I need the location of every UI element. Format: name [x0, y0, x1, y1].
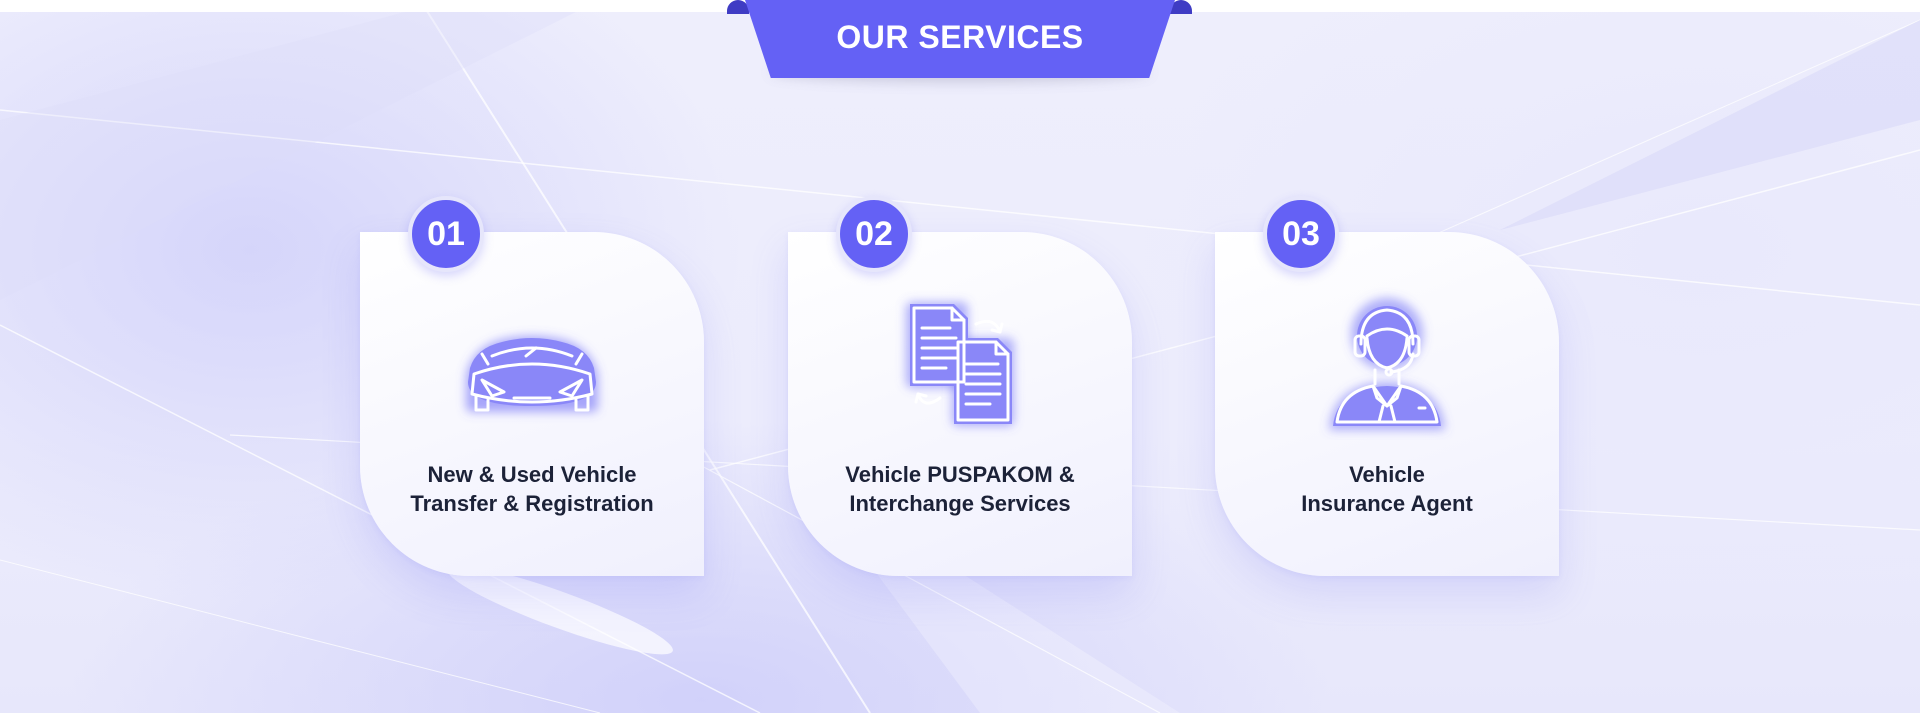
service-number-badge: 03	[1263, 196, 1339, 272]
support-agent-icon	[1307, 298, 1467, 430]
service-card-puspakom[interactable]: 02 Vehicle PUSPAKOM & Interchange Servic…	[788, 196, 1132, 576]
service-title-line: Vehicle	[1349, 462, 1425, 487]
service-title-line: Vehicle PUSPAKOM &	[845, 462, 1075, 487]
service-title-line: Insurance Agent	[1301, 491, 1473, 516]
service-title: Vehicle PUSPAKOM & Interchange Services	[788, 460, 1132, 518]
service-number-badge: 02	[836, 196, 912, 272]
service-number-badge: 01	[408, 196, 484, 272]
service-card-vehicle-transfer[interactable]: 01 New & Used Vehicle Transfer & Registr…	[360, 196, 704, 576]
service-title-line: Transfer & Registration	[410, 491, 654, 516]
service-title: New & Used Vehicle Transfer & Registrati…	[360, 460, 704, 518]
document-exchange-icon	[880, 298, 1040, 430]
service-title-line: Interchange Services	[849, 491, 1071, 516]
service-title-line: New & Used Vehicle	[427, 462, 637, 487]
service-card-insurance[interactable]: 03 Vehicle Insurance Agent	[1215, 196, 1559, 576]
car-icon	[452, 298, 612, 430]
service-title: Vehicle Insurance Agent	[1215, 460, 1559, 518]
section-title: OUR SERVICES	[836, 18, 1084, 55]
section-header-ribbon: OUR SERVICES	[745, 0, 1175, 78]
